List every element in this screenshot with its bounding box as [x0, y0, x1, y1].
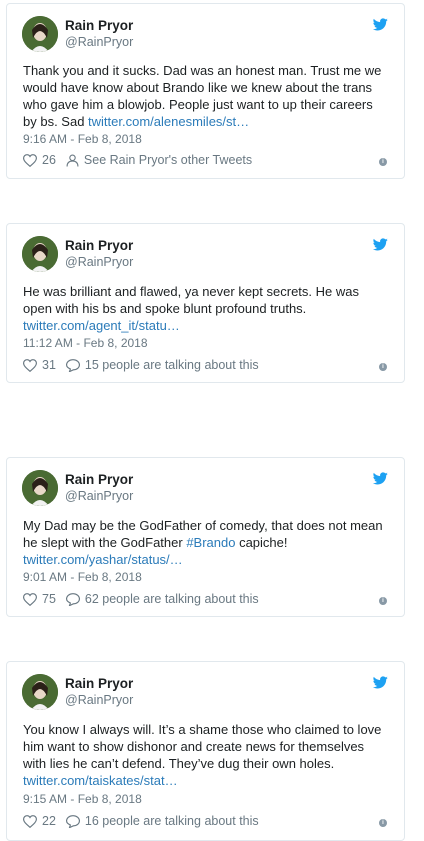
conversation-link[interactable]: 15 people are talking about this	[65, 358, 259, 372]
conversation-link[interactable]: 16 people are talking about this	[65, 814, 259, 828]
tweet-card[interactable]: Rain Pryor @RainPryor He was brilliant a…	[6, 223, 405, 383]
tweet-link[interactable]: twitter.com/taiskates/stat…	[23, 773, 178, 788]
conversation-label: 15 people are talking about this	[84, 358, 259, 372]
tweet-link[interactable]: twitter.com/agent_it/statu…	[23, 318, 180, 333]
tweet-text: Thank you and it sucks. Dad was an hones…	[23, 62, 390, 130]
other-tweets-label: See Rain Pryor's other Tweets	[83, 153, 253, 167]
tweet-timestamp[interactable]: 9:01 AM - Feb 8, 2018	[23, 570, 142, 584]
info-icon[interactable]: i	[379, 597, 387, 605]
person-icon	[66, 154, 79, 166]
avatar[interactable]	[22, 236, 58, 272]
heart-icon	[23, 592, 37, 606]
tweet-text: He was brilliant and flawed, ya never ke…	[23, 283, 390, 334]
tweet-text-body: He was brilliant and flawed, ya never ke…	[23, 284, 359, 316]
author-name[interactable]: Rain Pryor	[65, 472, 133, 487]
tweet-actions: 26 See Rain Pryor's other Tweets	[23, 153, 262, 167]
author-handle[interactable]: @RainPryor	[65, 489, 133, 503]
tweet-actions: 31 15 people are talking about this	[23, 358, 269, 372]
conversation-label: 62 people are talking about this	[84, 592, 259, 606]
avatar[interactable]	[22, 674, 58, 710]
twitter-bird-icon[interactable]	[373, 18, 388, 31]
twitter-bird-icon[interactable]	[373, 676, 388, 689]
tweet-card[interactable]: Rain Pryor @RainPryor You know I always …	[6, 661, 405, 841]
twitter-bird-icon[interactable]	[373, 472, 388, 485]
reply-bubble-icon	[65, 592, 80, 606]
tweet-timestamp[interactable]: 9:16 AM - Feb 8, 2018	[23, 132, 142, 146]
other-tweets-link[interactable]: See Rain Pryor's other Tweets	[66, 153, 252, 167]
avatar[interactable]	[22, 16, 58, 52]
reply-bubble-icon	[65, 814, 80, 828]
author-handle[interactable]: @RainPryor	[65, 693, 133, 707]
tweet-link[interactable]: twitter.com/alenesmiles/st…	[88, 114, 249, 129]
like-count: 75	[42, 592, 56, 606]
tweet-text-body: You know I always will. It’s a shame tho…	[23, 722, 382, 771]
like-count: 26	[42, 153, 56, 167]
author-name[interactable]: Rain Pryor	[65, 238, 133, 253]
like-button[interactable]: 26	[23, 153, 56, 167]
like-button[interactable]: 31	[23, 358, 56, 372]
info-icon[interactable]: i	[379, 158, 387, 166]
reply-bubble-icon	[65, 358, 80, 372]
twitter-bird-icon[interactable]	[373, 238, 388, 251]
tweet-link[interactable]: twitter.com/yashar/status/…	[23, 552, 183, 567]
tweet-text-tail: capiche!	[235, 535, 288, 550]
like-count: 22	[42, 814, 56, 828]
like-button[interactable]: 75	[23, 592, 56, 606]
author-handle[interactable]: @RainPryor	[65, 35, 133, 49]
tweet-card[interactable]: Rain Pryor @RainPryor My Dad may be the …	[6, 457, 405, 617]
author-name[interactable]: Rain Pryor	[65, 676, 133, 691]
tweet-timestamp[interactable]: 9:15 AM - Feb 8, 2018	[23, 792, 142, 806]
like-button[interactable]: 22	[23, 814, 56, 828]
tweet-text: You know I always will. It’s a shame tho…	[23, 721, 390, 789]
tweet-card[interactable]: Rain Pryor @RainPryor Thank you and it s…	[6, 3, 405, 179]
tweet-timestamp[interactable]: 11:12 AM - Feb 8, 2018	[23, 336, 148, 350]
info-icon[interactable]: i	[379, 363, 387, 371]
heart-icon	[23, 358, 37, 372]
author-name[interactable]: Rain Pryor	[65, 18, 133, 33]
heart-icon	[23, 814, 37, 828]
tweet-text: My Dad may be the GodFather of comedy, t…	[23, 517, 390, 568]
info-icon[interactable]: i	[379, 819, 387, 827]
hashtag-link[interactable]: #Brando	[186, 535, 235, 550]
like-count: 31	[42, 358, 56, 372]
heart-icon	[23, 153, 37, 167]
avatar[interactable]	[22, 470, 58, 506]
conversation-link[interactable]: 62 people are talking about this	[65, 592, 259, 606]
tweet-actions: 22 16 people are talking about this	[23, 814, 269, 828]
conversation-label: 16 people are talking about this	[84, 814, 259, 828]
tweet-actions: 75 62 people are talking about this	[23, 592, 269, 606]
author-handle[interactable]: @RainPryor	[65, 255, 133, 269]
